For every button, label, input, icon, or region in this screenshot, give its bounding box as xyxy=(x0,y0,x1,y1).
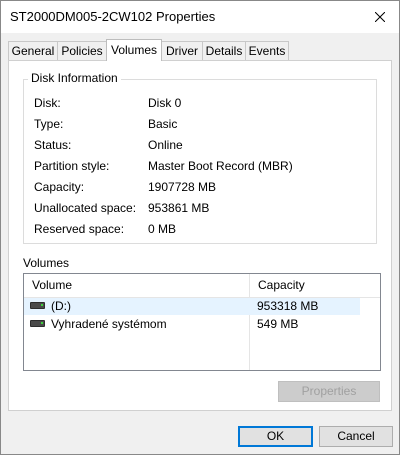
info-label: Type: xyxy=(34,117,64,131)
info-value: Basic xyxy=(148,117,178,131)
drive-icon xyxy=(30,320,45,328)
info-value: 1907728 MB xyxy=(148,180,217,194)
info-label: Partition style: xyxy=(34,159,110,173)
list-item[interactable]: Vyhradené systémom 549 MB xyxy=(24,316,360,333)
volume-capacity: 953318 MB xyxy=(257,299,319,313)
info-label: Status: xyxy=(34,138,72,152)
volume-capacity: 549 MB xyxy=(257,317,299,331)
disk-information-title: Disk Information xyxy=(28,71,121,85)
volume-name: Vyhradené systémom xyxy=(51,317,167,331)
info-label: Disk: xyxy=(34,96,61,110)
volumes-list[interactable]: Volume Capacity (D:) 953318 MB Vyhradené… xyxy=(23,273,381,371)
list-item[interactable]: (D:) 953318 MB xyxy=(24,298,360,315)
volume-name-cell: Vyhradené systémom xyxy=(30,316,167,333)
close-button[interactable] xyxy=(361,1,399,33)
tab-policies[interactable]: Policies xyxy=(57,41,107,60)
tab-general[interactable]: General xyxy=(8,41,58,60)
close-icon xyxy=(375,12,385,22)
tab-driver[interactable]: Driver xyxy=(161,41,203,60)
column-header-capacity[interactable]: Capacity xyxy=(250,274,360,297)
list-header: Volume Capacity xyxy=(24,274,380,298)
tab-volumes[interactable]: Volumes xyxy=(106,39,162,61)
info-label: Reserved space: xyxy=(34,222,125,236)
info-value: Disk 0 xyxy=(148,96,182,110)
cancel-button[interactable]: Cancel xyxy=(319,426,393,447)
info-value: 0 MB xyxy=(148,222,177,236)
column-header-volume[interactable]: Volume xyxy=(24,274,249,297)
disk-information-group: Disk Information Disk: Disk 0 Type: Basi… xyxy=(23,71,377,244)
info-value: 953861 MB xyxy=(148,201,210,215)
tab-events[interactable]: Events xyxy=(245,41,289,60)
title-bar: ST2000DM005-2CW102 Properties xyxy=(1,1,399,33)
volumes-panel: Disk Information Disk: Disk 0 Type: Basi… xyxy=(8,60,392,411)
info-label: Capacity: xyxy=(34,180,85,194)
volume-name: (D:) xyxy=(51,299,71,313)
tab-details[interactable]: Details xyxy=(202,41,246,60)
info-label: Unallocated space: xyxy=(34,201,137,215)
window-title: ST2000DM005-2CW102 Properties xyxy=(10,9,216,24)
drive-icon xyxy=(30,302,45,310)
volume-name-cell: (D:) xyxy=(30,298,71,315)
volumes-label: Volumes xyxy=(23,256,70,270)
info-value: Master Boot Record (MBR) xyxy=(148,159,293,173)
properties-button[interactable]: Properties xyxy=(278,381,380,402)
info-value: Online xyxy=(148,138,183,152)
properties-dialog: ST2000DM005-2CW102 Properties General Po… xyxy=(0,0,400,455)
ok-button[interactable]: OK xyxy=(238,426,313,447)
